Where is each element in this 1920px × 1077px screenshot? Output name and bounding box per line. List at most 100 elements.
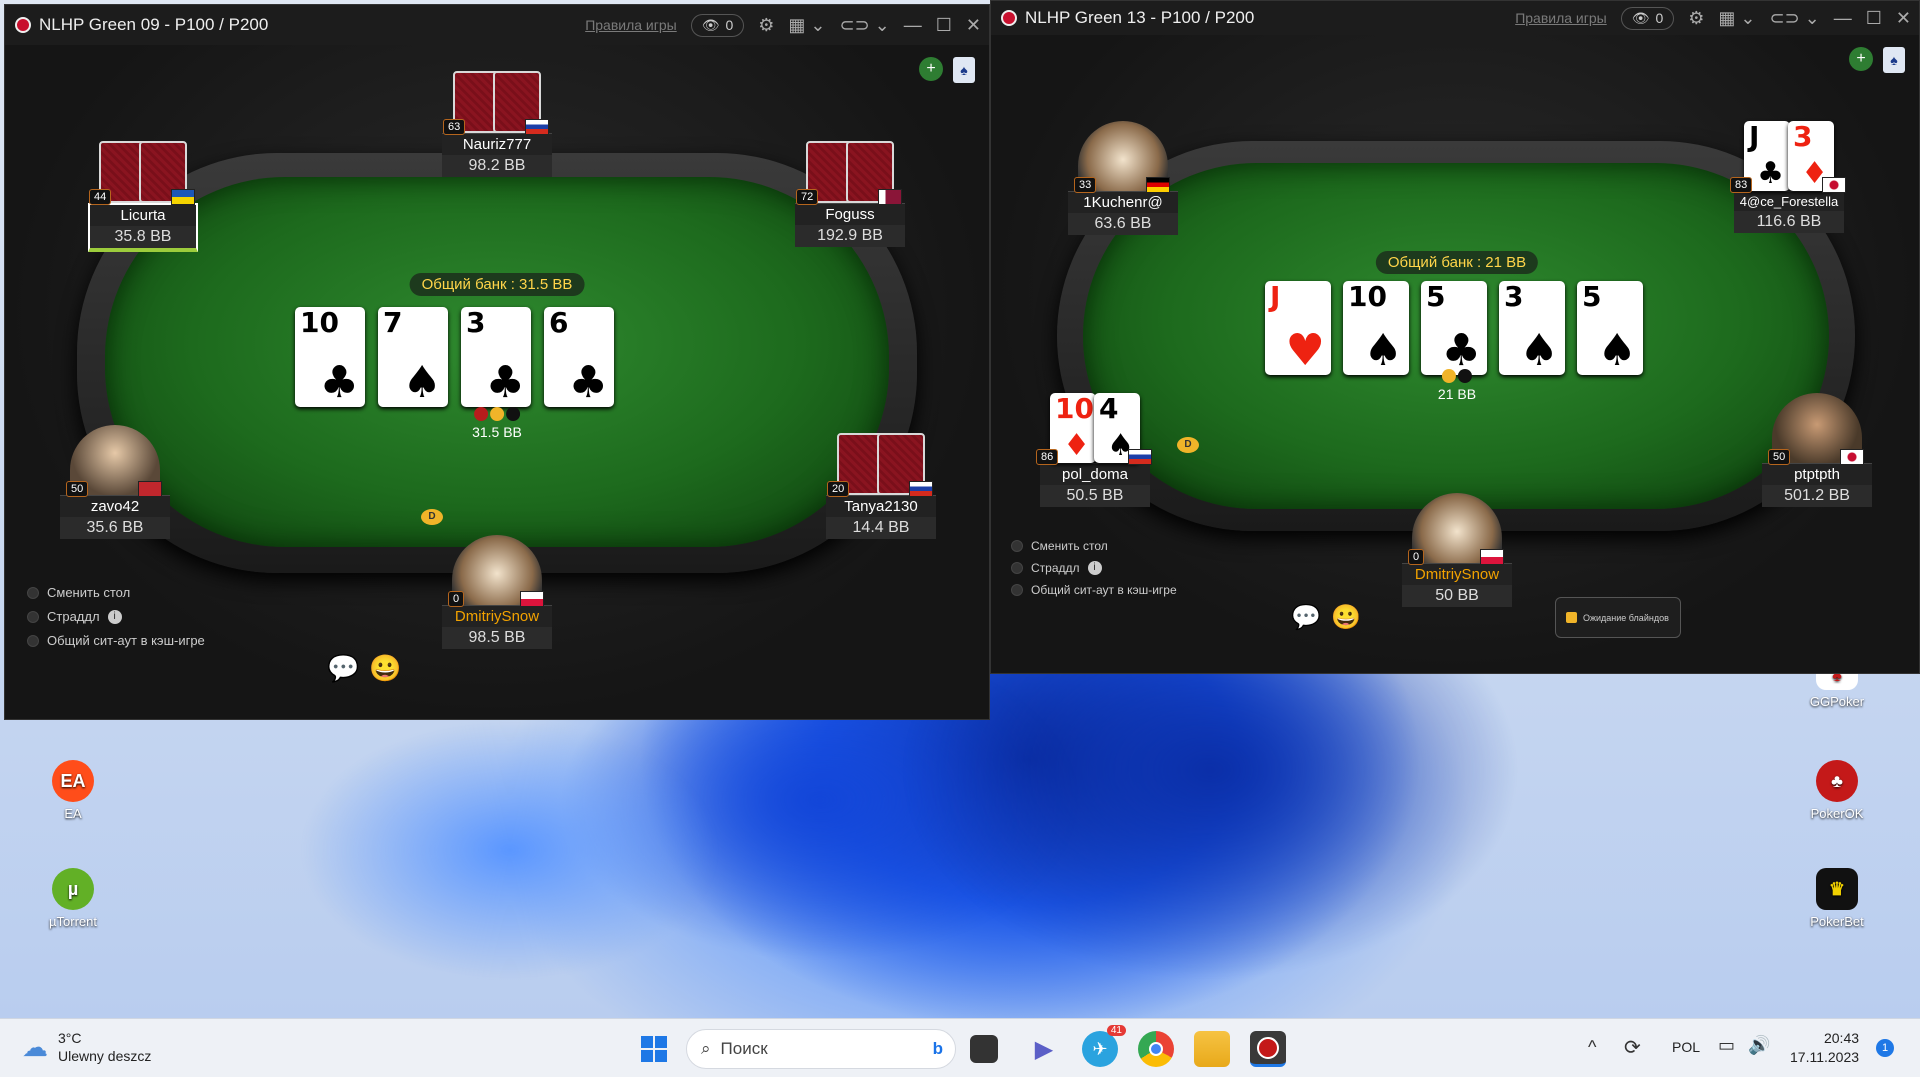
option-sitout[interactable]: Общий сит-аут в кэш-игре — [27, 629, 205, 653]
observers-counter[interactable]: 👁 0 — [690, 13, 745, 37]
player-stack: 50.5 BB — [1040, 485, 1150, 507]
player-seat-licurta[interactable]: 44 Licurta 35.8 BB — [88, 141, 198, 252]
option-straddle[interactable]: Страддл i — [1011, 557, 1177, 579]
telegram-badge: 41 — [1106, 1025, 1126, 1036]
window-titlebar[interactable]: NLHP Green 13 - P100 / P200 Правила игры… — [991, 1, 1919, 35]
ggpoker-taskbar-icon[interactable] — [1250, 1031, 1286, 1067]
player-name: DmitriySnow — [442, 605, 552, 627]
player-level-badge: 72 — [796, 189, 819, 205]
teams-meet-icon[interactable]: ▶ — [1026, 1031, 1062, 1067]
volume-icon[interactable]: 🔊 — [1748, 1035, 1770, 1056]
file-explorer-icon[interactable] — [1194, 1031, 1230, 1067]
taskbar-search[interactable]: ⌕ Поиск b — [686, 1029, 956, 1069]
observers-counter[interactable]: 👁 0 — [1620, 6, 1675, 30]
layout-grid-icon[interactable]: ▦ ⌄ — [788, 15, 825, 36]
sync-icon[interactable]: ⟳ — [1624, 1035, 1641, 1060]
player-seat-pol-doma[interactable]: 10 ♦ 4 ♠ 86 pol_doma 50.5 BB — [1036, 393, 1152, 507]
weather-widget[interactable]: ☁ 3°C Ulewny deszcz — [22, 1029, 151, 1065]
info-icon[interactable]: i — [1087, 561, 1102, 575]
player-seat-hero[interactable]: 0 DmitriySnow 98.5 BB — [442, 535, 552, 649]
option-change-table[interactable]: Сменить стол — [1011, 535, 1177, 557]
eye-icon: 👁 — [701, 16, 720, 33]
desktop-icon-utorrent[interactable]: µ µTorrent — [28, 868, 118, 929]
search-placeholder: Поиск — [720, 1039, 768, 1058]
player-seat-tanya2130[interactable]: 20 Tanya2130 14.4 BB — [826, 433, 936, 539]
minimize-icon[interactable]: — — [904, 15, 922, 36]
poker-table-window-2[interactable]: NLHP Green 13 - P100 / P200 Правила игры… — [990, 0, 1920, 674]
option-straddle[interactable]: Страддл i — [27, 605, 205, 629]
window-title: NLHP Green 13 - P100 / P200 — [1025, 8, 1255, 27]
network-icon[interactable]: ▭ — [1718, 1035, 1735, 1056]
rules-link[interactable]: Правила игры — [585, 17, 677, 33]
player-seat-foguss[interactable]: 72 Foguss 192.9 BB — [795, 141, 905, 247]
table-area: + ♠ Общий банк : 21 BB J ♥ 10 ♠ 5 ♣ 3 ♠ 5 ♠ 2… — [991, 35, 1919, 673]
chat-icon[interactable]: 💬 — [327, 653, 359, 684]
desktop-icon-label: µTorrent — [49, 914, 97, 929]
telegram-icon[interactable]: ✈ 41 — [1082, 1025, 1126, 1067]
board-card: J ♥ — [1265, 281, 1331, 375]
notification-badge[interactable]: 1 — [1876, 1039, 1894, 1057]
desktop-icon-ea[interactable]: EA EA — [28, 760, 118, 821]
minimize-icon[interactable]: — — [1834, 8, 1852, 29]
board-card: 7 ♠ — [378, 307, 448, 407]
show-hidden-icons[interactable]: ^ — [1588, 1037, 1596, 1058]
player-name: Foguss — [795, 203, 905, 225]
clock[interactable]: 20:43 17.11.2023 — [1790, 1029, 1859, 1067]
rules-link[interactable]: Правила игры — [1515, 10, 1607, 26]
task-view-icon[interactable] — [970, 1035, 998, 1063]
player-name: ptptpth — [1762, 463, 1872, 485]
player-name: zavo42 — [60, 495, 170, 517]
emoji-icon[interactable]: 😀 — [369, 653, 401, 684]
language-indicator[interactable]: POL — [1672, 1039, 1700, 1055]
player-level-badge: 50 — [66, 481, 89, 497]
maximize-icon[interactable]: ☐ — [936, 15, 952, 36]
player-stack: 116.6 BB — [1734, 211, 1844, 233]
pot-chips-amount: 31.5 BB — [472, 424, 522, 440]
window-titlebar[interactable]: NLHP Green 09 - P100 / P200 Правила игры… — [5, 5, 989, 45]
player-stack: 98.2 BB — [442, 155, 552, 177]
player-name: DmitriySnow — [1402, 563, 1512, 585]
player-level-badge: 86 — [1036, 449, 1059, 465]
info-icon[interactable]: i — [107, 610, 122, 624]
close-icon[interactable]: ✕ — [1896, 8, 1911, 29]
add-table-icon[interactable]: + — [919, 57, 943, 81]
table-view-icon[interactable]: ⊂⊃ ⌄ — [1770, 8, 1820, 29]
player-seat-hero[interactable]: 0 DmitriySnow 50 BB — [1402, 493, 1512, 607]
cards-icon[interactable]: ♠ — [1883, 47, 1905, 73]
cards-icon[interactable]: ♠ — [953, 57, 975, 83]
maximize-icon[interactable]: ☐ — [1866, 8, 1882, 29]
player-seat-1kuchenr[interactable]: 33 1Kuchenr@ 63.6 BB — [1068, 121, 1178, 235]
wait-for-blinds-label: Ожидание блайндов — [1583, 612, 1669, 623]
observers-count: 0 — [725, 17, 734, 33]
player-seat-zavo42[interactable]: 50 zavo42 35.6 BB — [60, 425, 170, 539]
table-view-icon[interactable]: ⊂⊃ ⌄ — [840, 15, 890, 36]
start-button[interactable] — [636, 1031, 672, 1067]
add-table-icon[interactable]: + — [1849, 47, 1873, 71]
option-sitout[interactable]: Общий сит-аут в кэш-игре — [1011, 579, 1177, 601]
ea-icon: EA — [52, 760, 94, 802]
desktop-icon-label: PokerOK — [1810, 806, 1864, 821]
board-card: 10 ♣ — [295, 307, 365, 407]
poker-table-window-1[interactable]: NLHP Green 09 - P100 / P200 Правила игры… — [4, 4, 990, 720]
search-icon: ⌕ — [701, 1039, 711, 1058]
wait-for-blinds-checkbox[interactable]: Ожидание блайндов — [1555, 597, 1681, 638]
desktop-icon-pokerok[interactable]: ♣ PokerOK — [1792, 760, 1882, 821]
desktop-icon-pokerbet[interactable]: ♛ PokerBet — [1792, 868, 1882, 929]
app-logo-icon — [15, 17, 31, 33]
player-seat-ptptpth[interactable]: 50 ptptpth 501.2 BB — [1762, 393, 1872, 507]
settings-gear-icon[interactable]: ⚙ — [1688, 8, 1704, 29]
player-seat-nauriz777[interactable]: 63 Nauriz777 98.2 BB — [442, 71, 552, 177]
layout-grid-icon[interactable]: ▦ ⌄ — [1718, 8, 1755, 29]
chat-icon[interactable]: 💬 — [1291, 603, 1321, 632]
emoji-icon[interactable]: 😀 — [1331, 603, 1361, 632]
option-change-table[interactable]: Сменить стол — [27, 581, 205, 605]
settings-gear-icon[interactable]: ⚙ — [758, 15, 774, 36]
close-icon[interactable]: ✕ — [966, 15, 981, 36]
window-title: NLHP Green 09 - P100 / P200 — [39, 15, 269, 34]
flag-pl-icon — [520, 591, 544, 607]
player-seat-forestella[interactable]: J ♣ 3 ♦ 83 4@ce_Forestella 116.6 BB — [1730, 121, 1846, 233]
chrome-icon[interactable] — [1138, 1031, 1174, 1067]
board-card: 5 ♠ — [1577, 281, 1643, 375]
flag-kr-icon — [1822, 177, 1846, 193]
board-card: 3 ♣ — [461, 307, 531, 407]
